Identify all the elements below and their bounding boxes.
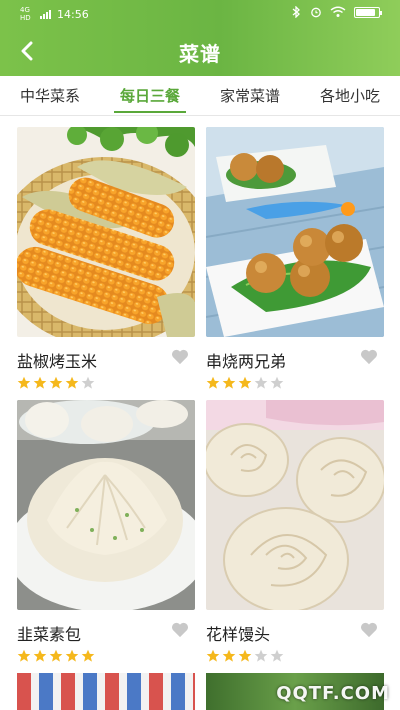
star-filled-icon [238, 649, 252, 662]
recipe-grid: 盐椒烤玉米 串烧两兄弟 韭菜素包 花样馒头 [0, 116, 400, 710]
star-filled-icon [238, 376, 252, 389]
star-empty-icon [254, 649, 268, 662]
recipe-title: 盐椒烤玉米 [17, 352, 98, 371]
star-empty-icon [254, 376, 268, 389]
star-filled-icon [206, 376, 220, 389]
recipe-card[interactable]: 花样馒头 [206, 400, 384, 662]
star-filled-icon [222, 649, 236, 662]
category-tabs: 中华菜系 每日三餐 家常菜谱 各地小吃 [0, 76, 400, 116]
star-empty-icon [270, 649, 284, 662]
star-filled-icon [206, 649, 220, 662]
watermark: QQTF.COM [276, 683, 390, 704]
alarm-icon [311, 7, 321, 18]
star-filled-icon [222, 376, 236, 389]
star-filled-icon [33, 649, 47, 662]
recipe-title: 韭菜素包 [17, 625, 82, 644]
rating-stars [17, 649, 95, 663]
recipe-title: 串烧两兄弟 [206, 352, 287, 371]
tab-daily-meals[interactable]: 每日三餐 [100, 76, 200, 115]
star-filled-icon [33, 376, 47, 389]
rating-stars [206, 376, 284, 390]
recipe-image-partial [17, 673, 195, 710]
heart-icon[interactable] [171, 622, 189, 638]
tab-home-recipes[interactable]: 家常菜谱 [200, 76, 300, 115]
tab-local-snacks[interactable]: 各地小吃 [300, 76, 400, 115]
recipe-card[interactable]: 韭菜素包 [17, 400, 195, 662]
star-filled-icon [49, 376, 63, 389]
bluetooth-icon [292, 6, 300, 18]
heart-icon[interactable] [360, 622, 378, 638]
heart-icon[interactable] [360, 349, 378, 365]
heart-icon[interactable] [171, 349, 189, 365]
star-empty-icon [81, 376, 95, 389]
star-filled-icon [17, 649, 31, 662]
rating-stars [17, 376, 95, 390]
recipe-image-rose-buns [206, 400, 384, 610]
recipe-card[interactable]: 串烧两兄弟 [206, 127, 384, 389]
recipe-title: 花样馒头 [206, 625, 271, 644]
recipe-card[interactable]: 盐椒烤玉米 [17, 127, 195, 389]
star-filled-icon [17, 376, 31, 389]
star-filled-icon [81, 649, 95, 662]
wifi-icon [330, 6, 346, 17]
recipe-card-partial[interactable] [17, 673, 195, 710]
star-filled-icon [65, 649, 79, 662]
status-bar: 4G HD 14:56 [0, 0, 400, 26]
recipe-image-skewers [206, 127, 384, 337]
star-filled-icon [49, 649, 63, 662]
recipe-image-corn [17, 127, 195, 337]
star-empty-icon [270, 376, 284, 389]
battery-icon [354, 6, 382, 18]
tab-chinese-cuisine[interactable]: 中华菜系 [0, 76, 100, 115]
page-title: 菜谱 [179, 42, 221, 66]
recipe-image-buns [17, 400, 195, 610]
signal-icon [40, 9, 51, 19]
star-filled-icon [65, 376, 79, 389]
app-header: 4G HD 14:56 菜谱 [0, 0, 400, 76]
network-label: 4G HD [20, 6, 31, 22]
rating-stars [206, 649, 284, 663]
clock: 14:56 [57, 7, 89, 21]
